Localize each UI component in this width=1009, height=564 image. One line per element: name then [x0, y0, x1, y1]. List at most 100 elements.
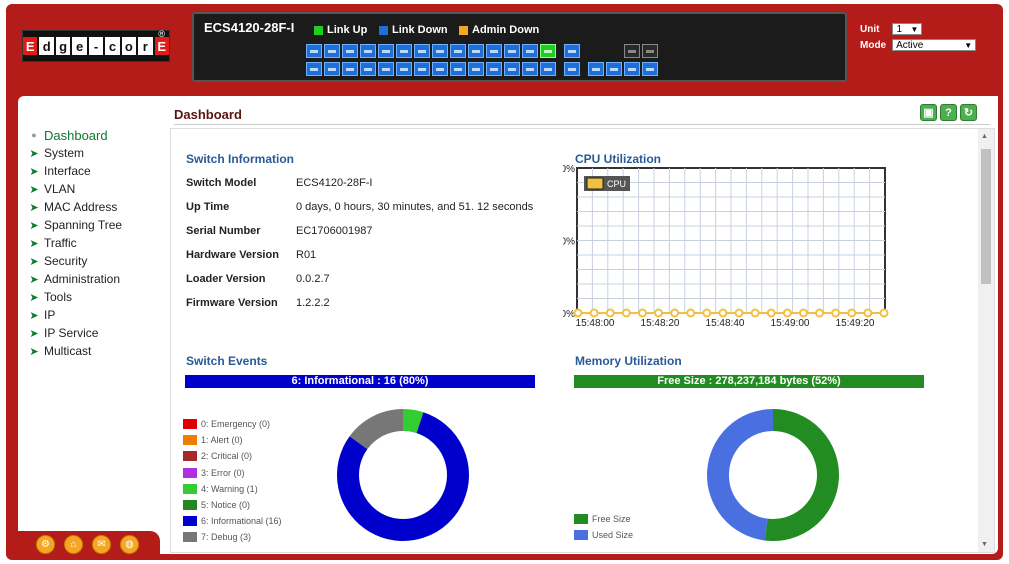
- port-down[interactable]: [360, 44, 376, 58]
- port-down[interactable]: [396, 62, 412, 76]
- refresh-icon[interactable]: ↻: [960, 104, 977, 121]
- port-down[interactable]: [306, 44, 322, 58]
- sidebar-item-dashboard[interactable]: ● Dashboard: [28, 126, 168, 144]
- x-tick-label: 15:49:00: [771, 318, 810, 329]
- chevron-down-icon: ▼: [910, 24, 919, 34]
- sidebar-item-traffic[interactable]: ➤ Traffic: [28, 234, 168, 252]
- events-legend-item: 3: Error (0): [183, 465, 282, 481]
- port-down[interactable]: [522, 62, 538, 76]
- logo-letter: E: [154, 37, 169, 55]
- legend-swatch: [183, 467, 197, 478]
- port-down[interactable]: [342, 44, 358, 58]
- save-icon[interactable]: ▣: [920, 104, 937, 121]
- arrow-right-icon: ➤: [29, 165, 39, 178]
- port-down[interactable]: [414, 44, 430, 58]
- memory-donut-chart: [707, 409, 839, 541]
- legend-label: 1: Alert (0): [201, 435, 243, 446]
- home-icon[interactable]: ⌂: [64, 535, 83, 554]
- port-down[interactable]: [504, 44, 520, 58]
- events-summary-bar: 6: Informational : 16 (80%): [185, 375, 535, 388]
- globe-icon[interactable]: ◍: [120, 535, 139, 554]
- y-tick-label: 100%: [563, 164, 575, 175]
- sidebar-item-label: Multicast: [44, 344, 92, 358]
- sidebar-item-ip-service[interactable]: ➤ IP Service: [28, 324, 168, 342]
- port-down[interactable]: [378, 62, 394, 76]
- port-down[interactable]: [624, 62, 640, 76]
- x-tick-label: 15:48:20: [641, 318, 680, 329]
- port-up[interactable]: [540, 44, 556, 58]
- port-down[interactable]: [378, 44, 394, 58]
- sidebar-item-mac-address[interactable]: ➤ MAC Address: [28, 198, 168, 216]
- arrow-right-icon: ➤: [29, 309, 39, 322]
- sidebar-item-administration[interactable]: ➤ Administration: [28, 270, 168, 288]
- port-down[interactable]: [606, 62, 622, 76]
- port-cu[interactable]: [642, 44, 658, 58]
- info-key: Loader Version: [186, 273, 266, 285]
- registered-mark: ®: [158, 29, 165, 39]
- scroll-up-icon[interactable]: ▲: [981, 133, 988, 140]
- sitemap-icon[interactable]: ⚙: [36, 535, 55, 554]
- x-tick-label: 15:49:20: [836, 318, 875, 329]
- info-row: Up Time 0 days, 0 hours, 30 minutes, and …: [186, 201, 533, 213]
- port-down[interactable]: [360, 62, 376, 76]
- port-down[interactable]: [486, 62, 502, 76]
- memory-summary-bar: Free Size : 278,237,184 bytes (52%): [574, 375, 924, 388]
- port-down[interactable]: [564, 44, 580, 58]
- mode-select[interactable]: Active ▼: [892, 39, 977, 51]
- port-down[interactable]: [588, 62, 604, 76]
- sidebar-item-ip[interactable]: ➤ IP: [28, 306, 168, 324]
- scroll-down-icon[interactable]: ▼: [981, 541, 988, 548]
- sidebar-item-label: IP Service: [44, 326, 99, 340]
- port-down[interactable]: [414, 62, 430, 76]
- sidebar-item-tools[interactable]: ➤ Tools: [28, 288, 168, 306]
- legend-label: 5: Notice (0): [201, 500, 251, 511]
- arrow-right-icon: ➤: [29, 273, 39, 286]
- title-divider: [174, 124, 990, 125]
- port-down[interactable]: [564, 62, 580, 76]
- events-legend-item: 6: Informational (16): [183, 513, 282, 529]
- cpu-data-point: [831, 308, 841, 318]
- port-down[interactable]: [432, 62, 448, 76]
- port-down[interactable]: [324, 44, 340, 58]
- sidebar-item-security[interactable]: ➤ Security: [28, 252, 168, 270]
- port-cu[interactable]: [624, 44, 640, 58]
- port-down[interactable]: [642, 62, 658, 76]
- events-donut-chart: [337, 409, 469, 541]
- port-down[interactable]: [324, 62, 340, 76]
- scroll-thumb[interactable]: [981, 149, 991, 284]
- events-legend-item: 7: Debug (3): [183, 529, 282, 545]
- help-icon[interactable]: ?: [940, 104, 957, 121]
- sidebar-item-interface[interactable]: ➤ Interface: [28, 162, 168, 180]
- port-down[interactable]: [468, 44, 484, 58]
- scrollbar[interactable]: ▲ ▼: [978, 129, 994, 552]
- logo-letter: e: [72, 37, 87, 55]
- sidebar-item-vlan[interactable]: ➤ VLAN: [28, 180, 168, 198]
- port-down[interactable]: [504, 62, 520, 76]
- unit-select[interactable]: 1 ▼: [892, 23, 923, 35]
- events-legend-item: 0: Emergency (0): [183, 416, 282, 432]
- cpu-data-point: [750, 308, 760, 318]
- port-down[interactable]: [306, 62, 322, 76]
- cpu-data-point: [637, 308, 647, 318]
- port-down[interactable]: [432, 44, 448, 58]
- port-down[interactable]: [468, 62, 484, 76]
- chevron-down-icon: ▼: [964, 40, 973, 50]
- port-down[interactable]: [522, 44, 538, 58]
- port-down[interactable]: [450, 62, 466, 76]
- port-down[interactable]: [540, 62, 556, 76]
- legend-link-down-label: Link Down: [392, 24, 448, 36]
- info-value: 0 days, 0 hours, 30 minutes, and 51. 12 …: [296, 201, 534, 213]
- arrow-right-icon: ➤: [29, 237, 39, 250]
- sidebar-item-system[interactable]: ➤ System: [28, 144, 168, 162]
- mail-icon[interactable]: ✉: [92, 535, 111, 554]
- port-down[interactable]: [450, 44, 466, 58]
- port-down[interactable]: [396, 44, 412, 58]
- switch-info-title: Switch Information: [186, 152, 294, 166]
- sidebar-item-spanning-tree[interactable]: ➤ Spanning Tree: [28, 216, 168, 234]
- cpu-legend-label: CPU: [607, 179, 626, 189]
- port-down[interactable]: [486, 44, 502, 58]
- port-down[interactable]: [342, 62, 358, 76]
- sidebar-item-multicast[interactable]: ➤ Multicast: [28, 342, 168, 360]
- sidebar-item-label: Traffic: [44, 236, 77, 250]
- info-key: Hardware Version: [186, 249, 279, 261]
